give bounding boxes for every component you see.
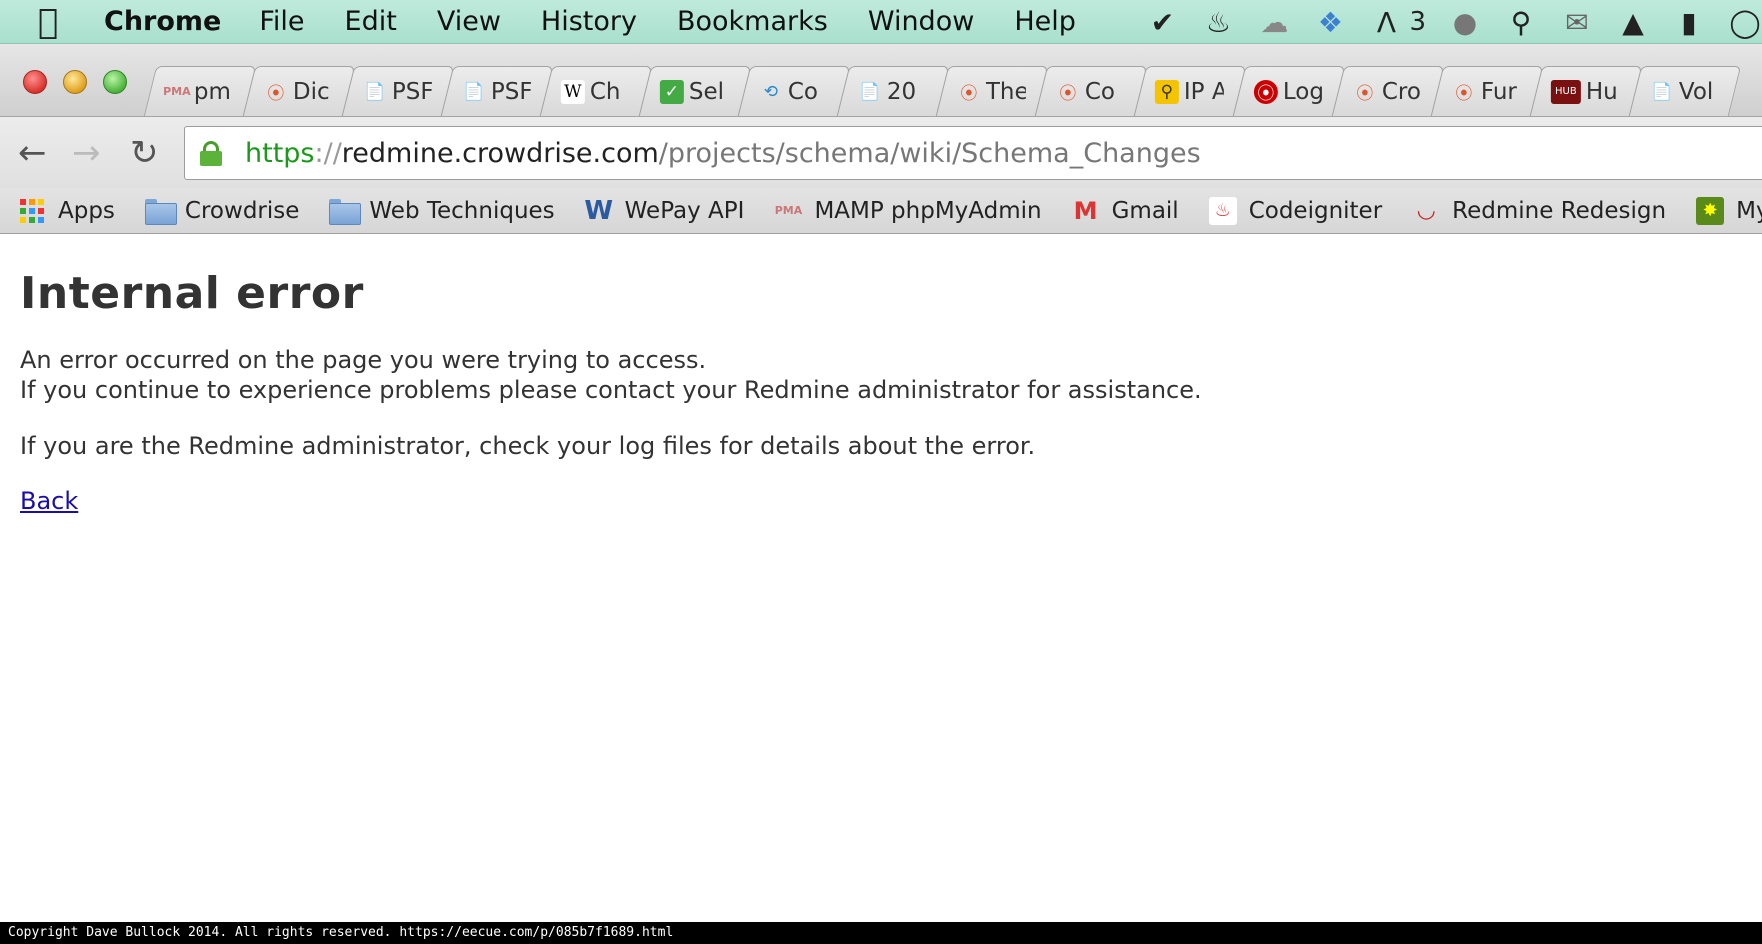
bookmarks-bar: Apps Crowdrise Web Techniques W WePay AP… xyxy=(0,188,1762,234)
tab[interactable]: ⦿ Log xyxy=(1232,66,1346,116)
tab[interactable]: 📄 PSF xyxy=(341,66,455,116)
bookmark-codeigniter[interactable]: ♨ Codeigniter xyxy=(1208,196,1382,225)
lock-icon[interactable] xyxy=(199,141,223,166)
zoom-window-button[interactable] xyxy=(103,70,127,94)
mac-menubar:  Chrome File Edit View History Bookmark… xyxy=(0,0,1762,44)
phpmyadmin-icon: PMA xyxy=(163,85,191,98)
key-icon[interactable]: ⚲ xyxy=(1504,6,1538,39)
wepay-icon: W xyxy=(584,195,613,226)
hub-icon: HUB xyxy=(1550,79,1581,104)
tab[interactable]: ⦿ Fur xyxy=(1430,66,1544,116)
redmine-icon: ⦿ xyxy=(1059,84,1077,104)
bookmark-wepay-api[interactable]: W WePay API xyxy=(584,195,744,226)
tab[interactable]: ⦿ Co xyxy=(1034,66,1148,116)
phpmyadmin-icon: PMA xyxy=(774,204,803,217)
url-separator: :// xyxy=(314,137,342,169)
tab[interactable]: PMA pm xyxy=(143,66,257,116)
page-icon: 📄 xyxy=(1651,81,1673,102)
redmine-icon: ⦿ xyxy=(1455,84,1473,104)
redmine-red-icon: ⦿ xyxy=(1253,79,1278,104)
battery-icon[interactable]: ▮ xyxy=(1672,6,1706,39)
tab[interactable]: W Ch xyxy=(539,66,653,116)
reload-icon[interactable]: ↻ xyxy=(130,133,159,173)
page-icon: 📄 xyxy=(364,81,386,102)
bookmark-redmine-redesign[interactable]: ◡ Redmine Redesign xyxy=(1412,197,1667,225)
bookmark-gmail[interactable]: M Gmail xyxy=(1072,197,1179,225)
error-message-line-1: An error occurred on the page you were t… xyxy=(20,346,707,374)
wikipedia-icon: W xyxy=(560,79,585,104)
airplay-icon[interactable]: ▲ xyxy=(1616,6,1650,39)
redmine-icon: ◡ xyxy=(1416,198,1436,223)
page-content: Internal error An error occurred on the … xyxy=(20,234,1740,515)
adobe-icon[interactable]: Λ xyxy=(1369,6,1403,39)
url-text[interactable]: https://redmine.crowdrise.com/projects/s… xyxy=(245,138,1201,169)
menu-bookmarks[interactable]: Bookmarks xyxy=(677,6,828,37)
folder-icon xyxy=(329,197,362,225)
apps-grid-icon xyxy=(18,197,46,225)
tab[interactable]: HUB Hu xyxy=(1529,66,1643,116)
tab[interactable]: ⚲ IP A xyxy=(1133,66,1247,116)
menu-view[interactable]: View xyxy=(437,6,501,37)
back-link[interactable]: Back xyxy=(20,487,78,515)
tab-strip: PMA pm ⦿ Dic 📄 PSF 📄 PSF W Ch ✓ Sel ⟲ Co 📄 20 ⦿ T… xyxy=(0,44,1762,116)
bookmark-apps[interactable]: Apps xyxy=(18,197,115,225)
tab[interactable]: ⦿ The xyxy=(935,66,1049,116)
tab[interactable]: 📄 PSF xyxy=(440,66,554,116)
address-bar[interactable]: https://redmine.crowdrise.com/projects/s… xyxy=(184,126,1762,180)
copyright-footer: Copyright Dave Bullock 2014. All rights … xyxy=(0,922,1762,944)
url-host: redmine.crowdrise.com xyxy=(341,137,659,169)
bookmark-mamp-phpmyadmin[interactable]: PMA MAMP phpMyAdmin xyxy=(774,197,1042,225)
page-title: Internal error xyxy=(20,268,364,319)
redmine-icon: ⦿ xyxy=(267,84,285,104)
browser-toolbar: ← → ↻ https://redmine.crowdrise.com/proj… xyxy=(0,116,1762,188)
status-icons: ✔ ♨ ☁ ❖ Λ 3 ● ⚲ ✉ ▲ ▮ ◯ xyxy=(1123,0,1762,43)
folder-icon xyxy=(144,197,177,225)
mysql-icon: ✸ xyxy=(1696,196,1725,225)
speech-icon[interactable]: ◯ xyxy=(1728,6,1762,39)
redmine-icon: ⦿ xyxy=(1356,84,1374,104)
redmine-icon: ⦿ xyxy=(960,84,978,104)
page-icon: 📄 xyxy=(859,81,881,102)
menu-history[interactable]: History xyxy=(541,6,637,37)
menu-help[interactable]: Help xyxy=(1014,6,1076,37)
search-icon: ⚲ xyxy=(1154,79,1179,104)
flame-icon[interactable]: ♨ xyxy=(1201,6,1235,39)
tab[interactable]: ⦿ Cro xyxy=(1331,66,1445,116)
gmail-icon: M xyxy=(1073,196,1098,225)
adobe-update-count: 3 xyxy=(1409,7,1426,37)
chat-bubble-icon[interactable]: ● xyxy=(1448,6,1482,39)
menu-file[interactable]: File xyxy=(259,6,304,37)
back-arrow-icon[interactable]: ← xyxy=(18,133,47,173)
close-window-button[interactable] xyxy=(23,70,47,94)
app-menu-chrome[interactable]: Chrome xyxy=(104,6,221,37)
tab[interactable]: ✓ Sel xyxy=(638,66,752,116)
tab[interactable]: 📄 20 xyxy=(836,66,950,116)
mail-icon[interactable]: ✉ xyxy=(1560,6,1594,39)
codeigniter-icon: ⟲ xyxy=(763,81,779,102)
menu-window[interactable]: Window xyxy=(868,6,974,37)
bookmark-mysql[interactable]: ✸ MyS xyxy=(1696,196,1762,225)
minimize-window-button[interactable] xyxy=(63,70,87,94)
tabs: PMA pm ⦿ Dic 📄 PSF 📄 PSF W Ch ✓ Sel ⟲ Co 📄 20 ⦿ T… xyxy=(143,66,1742,116)
apple-menu-icon[interactable]:  xyxy=(38,0,82,43)
url-path: /projects/schema/wiki/Schema_Changes xyxy=(658,137,1201,169)
error-message-line-2: If you continue to experience problems p… xyxy=(20,376,1202,404)
creative-cloud-icon[interactable]: ☁ xyxy=(1257,6,1291,39)
dropbox-icon[interactable]: ❖ xyxy=(1313,6,1347,39)
page-icon: 📄 xyxy=(463,81,485,102)
admin-hint: If you are the Redmine administrator, ch… xyxy=(20,432,1036,460)
tab[interactable]: ⟲ Co xyxy=(737,66,851,116)
forward-arrow-icon[interactable]: → xyxy=(72,133,101,173)
checkmark-badge-icon[interactable]: ✔ xyxy=(1145,6,1179,39)
menu-edit[interactable]: Edit xyxy=(345,6,397,37)
checkbox-icon: ✓ xyxy=(659,79,684,104)
bookmark-web-techniques[interactable]: Web Techniques xyxy=(329,197,555,225)
tab[interactable]: ⦿ Dic xyxy=(242,66,356,116)
bookmark-crowdrise[interactable]: Crowdrise xyxy=(144,197,299,225)
codeigniter-icon: ♨ xyxy=(1208,196,1237,225)
tab[interactable]: 📄 Vol xyxy=(1628,66,1742,116)
url-scheme: https xyxy=(245,137,315,169)
